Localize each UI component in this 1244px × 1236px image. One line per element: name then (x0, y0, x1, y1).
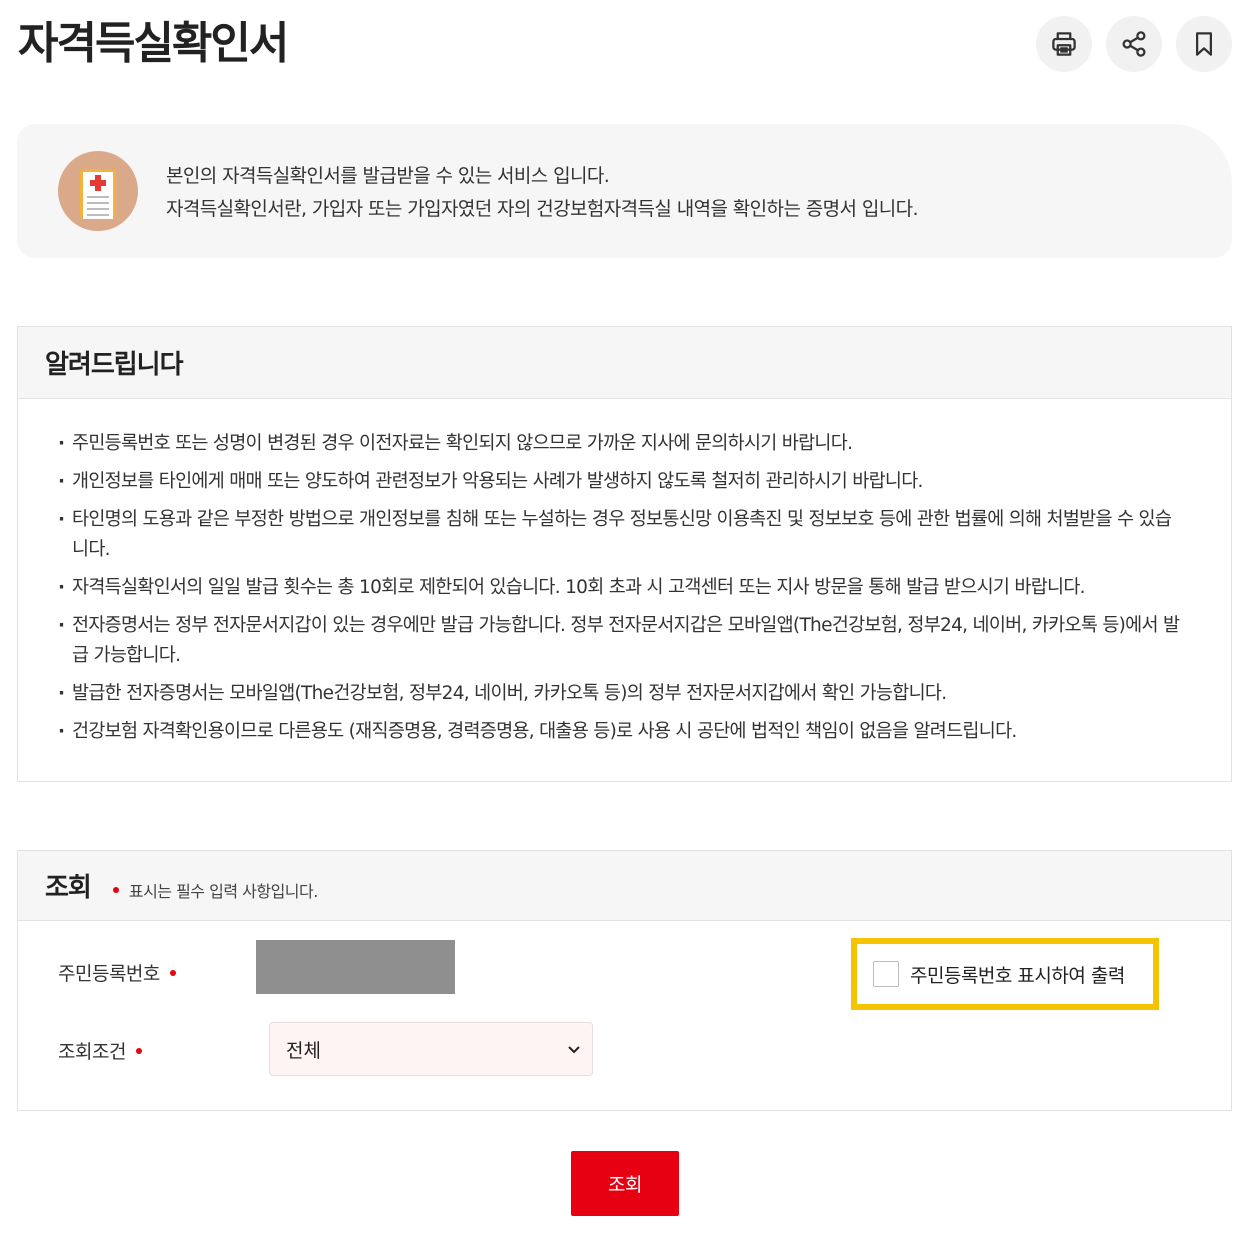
notice-item: 발급한 전자증명서는 모바일앱(The건강보험, 정부24, 네이버, 카카오톡… (58, 679, 1181, 709)
required-marker-icon (112, 886, 119, 893)
notice-list: 주민등록번호 또는 성명이 변경된 경우 이전자료는 확인되지 않으므로 가까운… (18, 399, 1231, 747)
condition-selected-value: 전체 (286, 1039, 321, 1062)
notice-item: 자격득실확인서의 일일 발급 횟수는 총 10회로 제한되어 있습니다. 10회… (58, 573, 1181, 603)
query-panel: 조회 표시는 필수 입력 사항입니다. 주민등록번호 주민등록번호 표시하여 출… (17, 850, 1232, 1111)
notice-item: 건강보험 자격확인용이므로 다른용도 (재직증명용, 경력증명용, 대출용 등)… (58, 717, 1181, 747)
show-rrn-label[interactable]: 주민등록번호 표시하여 출력 (910, 961, 1125, 988)
required-note: 표시는 필수 입력 사항입니다. (128, 881, 318, 901)
notice-item: 주민등록번호 또는 성명이 변경된 경우 이전자료는 확인되지 않으므로 가까운… (58, 429, 1181, 459)
show-rrn-checkbox[interactable] (873, 961, 899, 987)
printer-icon (1052, 32, 1076, 56)
query-header: 조회 표시는 필수 입력 사항입니다. (18, 851, 1231, 921)
print-button[interactable] (1036, 16, 1092, 72)
condition-select[interactable]: 전체 (269, 1022, 593, 1076)
rrn-field-label: 주민등록번호 (58, 959, 176, 986)
bookmark-button[interactable] (1176, 16, 1232, 72)
intro-line-2: 자격득실확인서란, 가입자 또는 가입자였던 자의 건강보험자격득실 내역을 확… (166, 198, 919, 220)
bookmark-icon (1196, 32, 1212, 56)
notice-panel: 알려드립니다 주민등록번호 또는 성명이 변경된 경우 이전자료는 확인되지 않… (17, 326, 1232, 782)
notice-header: 알려드립니다 (18, 327, 1231, 399)
notice-item: 개인정보를 타인에게 매매 또는 양도하여 관련정보가 악용되는 사례가 발생하… (58, 467, 1181, 497)
intro-line-1: 본인의 자격득실확인서를 발급받을 수 있는 서비스 입니다. (166, 165, 610, 187)
required-marker-icon (169, 969, 176, 976)
rrn-label-text: 주민등록번호 (58, 963, 160, 985)
document-medical-icon (58, 151, 138, 231)
share-icon (1122, 31, 1146, 57)
page-title: 자격득실확인서 (18, 18, 289, 69)
service-intro-panel: 본인의 자격득실확인서를 발급받을 수 있는 서비스 입니다. 자격득실확인서란… (17, 124, 1232, 258)
query-submit-button[interactable]: 조회 (571, 1151, 679, 1216)
chevron-down-icon (568, 1046, 580, 1054)
share-button[interactable] (1106, 16, 1162, 72)
show-rrn-option: 주민등록번호 표시하여 출력 (851, 938, 1159, 1010)
notice-item: 타인명의 도용과 같은 부정한 방법으로 개인정보를 침해 또는 누설하는 경우… (58, 505, 1181, 565)
required-marker-icon (135, 1047, 142, 1054)
query-title: 조회 (45, 873, 92, 903)
condition-label-text: 조회조건 (58, 1041, 126, 1063)
notice-title: 알려드립니다 (45, 350, 184, 380)
condition-field-label: 조회조건 (58, 1037, 142, 1064)
rrn-redacted-field (256, 940, 455, 994)
notice-item: 전자증명서는 정부 전자문서지갑이 있는 경우에만 발급 가능합니다. 정부 전… (58, 611, 1181, 671)
